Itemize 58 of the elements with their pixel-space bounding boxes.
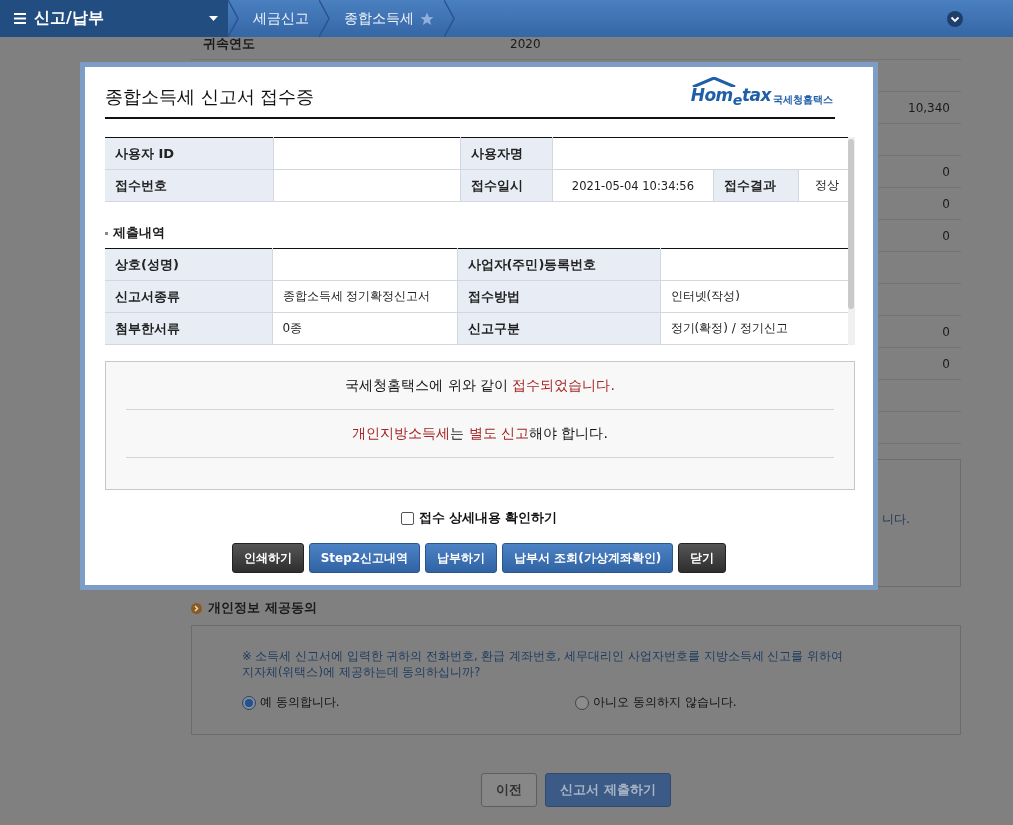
table-cell: 0 [942, 324, 950, 339]
logo-subtitle: 국세청홈택스 [773, 93, 833, 107]
house-icon [690, 76, 737, 87]
table-cell: 0 [942, 356, 950, 371]
caret-icon [209, 16, 218, 21]
table-cell: 사용자 ID [105, 137, 274, 170]
bullet-icon [105, 231, 108, 235]
breadcrumb-link[interactable]: 종합소득세 [330, 9, 444, 28]
submit-button[interactable]: 신고서 제출하기 [545, 773, 671, 807]
table-cell: 접수일시 [460, 169, 553, 202]
radio-option[interactable]: 아니오 동의하지 않습니다. [575, 694, 908, 711]
action-button[interactable]: 닫기 [678, 543, 727, 573]
table-cell: 2020 [510, 36, 541, 51]
table-cell: 0종 [272, 312, 457, 345]
table-cell: 10,340 [908, 100, 950, 115]
table-cell: 0 [942, 228, 950, 243]
radio-button[interactable] [242, 695, 256, 710]
section-title: 제출내역 [113, 224, 165, 242]
checkbox-label[interactable]: 접수 상세내용 확인하기 [400, 510, 558, 527]
action-button[interactable]: Step2신고내역 [308, 543, 421, 573]
table-cell: 종합소득세 정기확정신고서 [272, 280, 457, 313]
chevron-icon [228, 0, 239, 37]
table-cell: 접수번호 [105, 169, 274, 202]
table-cell: 신고서종류 [105, 280, 272, 313]
modal-title: 종합소득세 신고서 접수증 [105, 85, 315, 109]
section-title: 개인정보 제공동의 [208, 599, 317, 617]
table-cell: 사용자명 [460, 137, 553, 170]
table-cell: 사업자(주민)등록번호 [457, 248, 660, 281]
message-text: 개인지방소득세는 별도 신고해야 합니다. [352, 424, 608, 443]
chevron-icon [444, 0, 455, 37]
radio-button[interactable] [575, 695, 589, 710]
table-cell: 첨부한서류 [105, 312, 272, 345]
table-cell: 신고구분 [457, 312, 660, 345]
table-cell: 귀속연도 [203, 35, 255, 51]
menu-icon [14, 13, 26, 24]
star-icon [420, 11, 434, 26]
action-button[interactable]: 납부하기 [425, 543, 498, 573]
action-button[interactable]: 인쇄하기 [231, 543, 304, 573]
message-text: 국세청홈택스에 위와 같이 접수되었습니다. [345, 376, 615, 395]
table-cell: 접수방법 [457, 280, 660, 313]
table-cell: 상호(성명) [105, 248, 272, 281]
table-cell: 2021-05-04 10:34:56 [552, 169, 714, 202]
radio-option[interactable]: 예 동의합니다. [242, 694, 575, 711]
scrollbar[interactable] [848, 137, 855, 345]
checkbox[interactable] [400, 512, 414, 525]
breadcrumb-link[interactable]: 세금신고 [239, 9, 319, 28]
back-button[interactable]: 이전 [481, 773, 538, 807]
logo-text: Hom$_{e}$tax [690, 86, 771, 109]
menu-button[interactable]: 신고/납부 [0, 0, 228, 37]
consent-text: ※ 소득세 신고서에 입력한 귀하의 전화번호, 환급 계좌번호, 세무대리인 사업자번호를 지방소득세 신고를 위하여 지자체(위택스)에 제공하는데 동의하십니까? [242, 648, 844, 680]
table-cell: 접수결과 [713, 169, 799, 202]
chevron-down-icon[interactable] [947, 10, 963, 27]
table-cell: 0 [942, 164, 950, 179]
notice-text: 니다. [882, 510, 910, 528]
chevron-circle-icon [191, 602, 202, 614]
table-cell: 0 [942, 196, 950, 211]
action-button[interactable]: 납부서 조회(가상계좌확인) [502, 543, 674, 573]
chevron-icon [319, 0, 330, 37]
